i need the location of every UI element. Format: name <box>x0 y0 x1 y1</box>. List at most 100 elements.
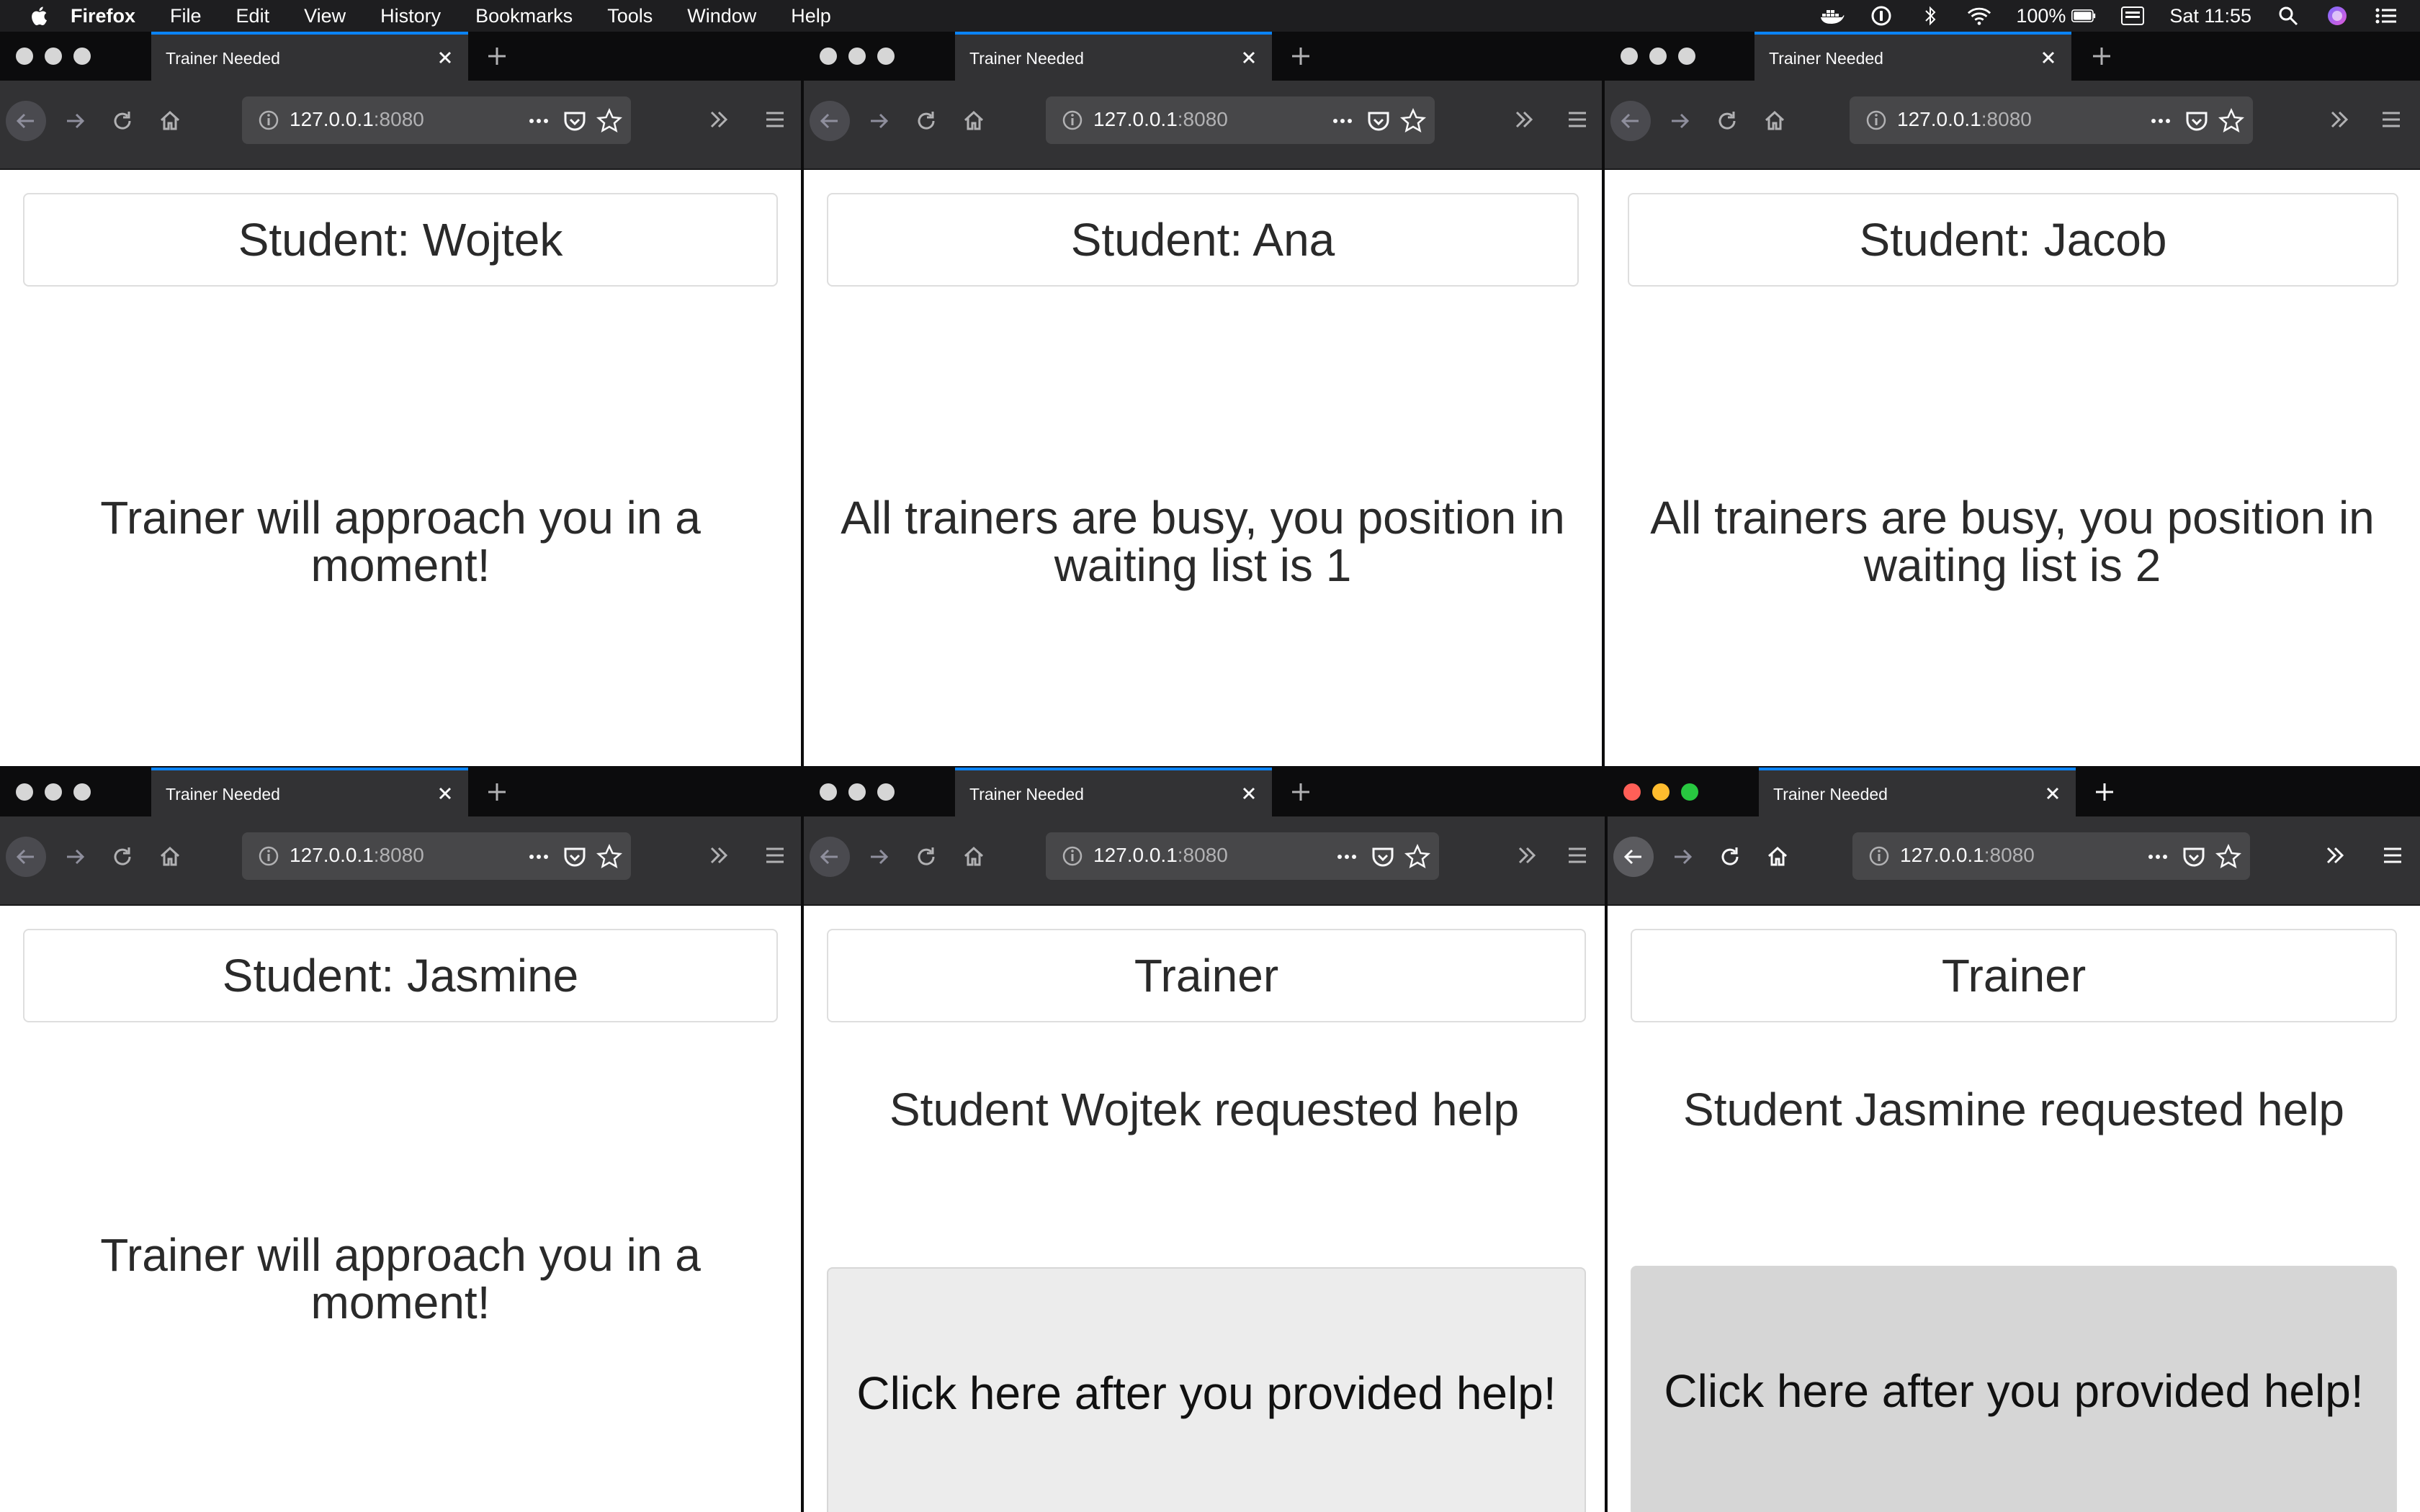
siri-icon[interactable] <box>2325 4 2349 28</box>
tab-trainer-needed[interactable]: Trainer Needed <box>1754 32 2071 81</box>
minimize-window-button[interactable] <box>1652 783 1670 801</box>
url-bar[interactable]: 127.0.0.1:8080 <box>1850 96 2253 144</box>
apple-logo-icon[interactable] <box>29 5 48 27</box>
hamburger-menu-icon[interactable] <box>761 841 789 870</box>
reload-button[interactable] <box>906 837 946 877</box>
reload-button[interactable] <box>102 101 143 141</box>
info-icon[interactable] <box>1060 844 1085 868</box>
info-icon[interactable] <box>1864 108 1888 132</box>
bookmark-star-icon[interactable] <box>595 842 624 871</box>
pocket-icon[interactable] <box>560 107 589 135</box>
home-button[interactable] <box>1754 101 1795 141</box>
minimize-window-button[interactable] <box>848 783 866 801</box>
close-tab-icon[interactable] <box>431 43 460 72</box>
pocket-icon[interactable] <box>1364 107 1393 135</box>
tab-trainer-needed[interactable]: Trainer Needed <box>1759 768 2076 816</box>
back-button[interactable] <box>6 101 46 141</box>
home-button[interactable] <box>150 837 190 877</box>
overflow-chevron-icon[interactable] <box>704 841 733 870</box>
forward-button[interactable] <box>859 101 899 141</box>
close-window-button[interactable] <box>1623 783 1641 801</box>
wifi-icon[interactable] <box>1967 4 1991 28</box>
url-bar[interactable]: 127.0.0.1:8080 <box>242 96 631 144</box>
new-tab-icon[interactable] <box>481 40 513 72</box>
new-tab-icon[interactable] <box>481 776 513 808</box>
onepassword-icon[interactable] <box>1869 4 1894 28</box>
pocket-icon[interactable] <box>1368 842 1397 871</box>
tab-trainer-needed[interactable]: Trainer Needed <box>955 32 1272 81</box>
back-button[interactable] <box>810 101 850 141</box>
pocket-icon[interactable] <box>560 842 589 871</box>
reload-button[interactable] <box>102 837 143 877</box>
menu-file[interactable]: File <box>170 5 202 27</box>
new-tab-icon[interactable] <box>1285 40 1317 72</box>
zoom-window-button[interactable] <box>877 48 895 65</box>
overflow-chevron-icon[interactable] <box>1510 105 1538 134</box>
close-window-button[interactable] <box>820 48 837 65</box>
menu-history[interactable]: History <box>380 5 441 27</box>
forward-button[interactable] <box>55 837 95 877</box>
tab-trainer-needed[interactable]: Trainer Needed <box>955 768 1272 816</box>
menu-bookmarks[interactable]: Bookmarks <box>475 5 573 27</box>
menu-edit[interactable]: Edit <box>236 5 270 27</box>
url-bar[interactable]: 127.0.0.1:8080 <box>1046 96 1435 144</box>
page-actions-icon[interactable] <box>524 842 553 871</box>
menubar-clock[interactable]: Sat 11:55 <box>2169 5 2251 27</box>
close-tab-icon[interactable] <box>2034 43 2063 72</box>
tab-trainer-needed[interactable]: Trainer Needed <box>151 32 468 81</box>
overflow-chevron-icon[interactable] <box>2321 841 2349 870</box>
minimize-window-button[interactable] <box>1649 48 1667 65</box>
pocket-icon[interactable] <box>2179 842 2208 871</box>
forward-button[interactable] <box>55 101 95 141</box>
back-button[interactable] <box>810 837 850 877</box>
hamburger-menu-icon[interactable] <box>2377 105 2406 134</box>
page-actions-icon[interactable] <box>524 107 553 135</box>
bookmark-star-icon[interactable] <box>1399 107 1428 135</box>
zoom-window-button[interactable] <box>877 783 895 801</box>
home-button[interactable] <box>954 101 994 141</box>
home-button[interactable] <box>1757 837 1798 877</box>
hamburger-menu-icon[interactable] <box>1563 841 1592 870</box>
close-window-button[interactable] <box>16 783 33 801</box>
provided-help-button[interactable]: Click here after you provided help! <box>1631 1266 2397 1512</box>
new-tab-icon[interactable] <box>2089 776 2120 808</box>
forward-button[interactable] <box>1659 101 1700 141</box>
minimize-window-button[interactable] <box>848 48 866 65</box>
reload-button[interactable] <box>1707 101 1747 141</box>
keyboard-input-icon[interactable] <box>2120 4 2145 28</box>
home-button[interactable] <box>150 101 190 141</box>
menu-view[interactable]: View <box>304 5 346 27</box>
page-actions-icon[interactable] <box>2146 107 2175 135</box>
reload-button[interactable] <box>1710 837 1750 877</box>
url-bar[interactable]: 127.0.0.1:8080 <box>242 832 631 880</box>
docker-icon[interactable] <box>1820 4 1845 28</box>
back-button[interactable] <box>1610 101 1651 141</box>
info-icon[interactable] <box>256 844 281 868</box>
hamburger-menu-icon[interactable] <box>2378 841 2407 870</box>
pocket-icon[interactable] <box>2182 107 2211 135</box>
hamburger-menu-icon[interactable] <box>761 105 789 134</box>
notification-center-icon[interactable] <box>2374 4 2398 28</box>
overflow-chevron-icon[interactable] <box>704 105 733 134</box>
close-window-button[interactable] <box>16 48 33 65</box>
battery-icon[interactable] <box>2071 4 2096 28</box>
zoom-window-button[interactable] <box>1678 48 1695 65</box>
new-tab-icon[interactable] <box>1285 776 1317 808</box>
new-tab-icon[interactable] <box>2086 40 2118 72</box>
forward-button[interactable] <box>859 837 899 877</box>
close-tab-icon[interactable] <box>1234 43 1263 72</box>
close-window-button[interactable] <box>1621 48 1638 65</box>
url-bar[interactable]: 127.0.0.1:8080 <box>1852 832 2250 880</box>
url-bar[interactable]: 127.0.0.1:8080 <box>1046 832 1439 880</box>
bookmark-star-icon[interactable] <box>595 107 624 135</box>
hamburger-menu-icon[interactable] <box>1563 105 1592 134</box>
tab-trainer-needed[interactable]: Trainer Needed <box>151 768 468 816</box>
bookmark-star-icon[interactable] <box>2217 107 2246 135</box>
overflow-chevron-icon[interactable] <box>1512 841 1541 870</box>
zoom-window-button[interactable] <box>73 783 91 801</box>
menu-app-firefox[interactable]: Firefox <box>71 5 135 27</box>
close-tab-icon[interactable] <box>1234 779 1263 808</box>
info-icon[interactable] <box>256 108 281 132</box>
page-actions-icon[interactable] <box>1332 842 1361 871</box>
back-button[interactable] <box>6 837 46 877</box>
